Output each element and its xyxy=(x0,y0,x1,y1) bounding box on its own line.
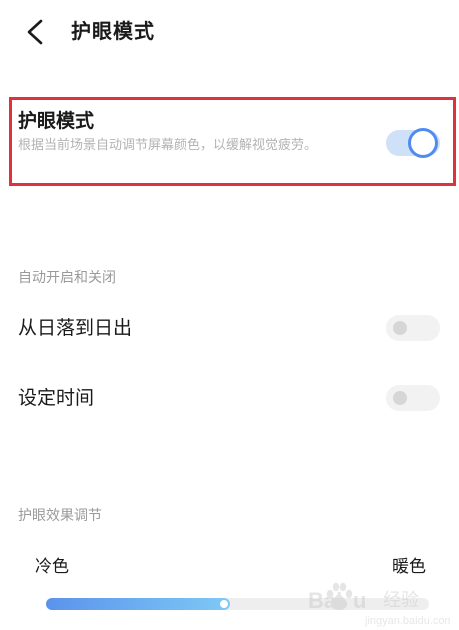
toggle-knob xyxy=(393,321,407,335)
slider-thumb[interactable] xyxy=(219,600,228,608)
eye-protection-toggle[interactable] xyxy=(386,128,440,158)
back-button[interactable] xyxy=(18,14,54,50)
cold-color-label: 冷色 xyxy=(35,557,69,577)
eye-protection-description: 根据当前场景自动调节屏幕颜色，以缓解视觉疲劳。 xyxy=(18,138,318,153)
header-bar: 护眼模式 xyxy=(0,0,459,64)
toggle-knob xyxy=(393,391,407,405)
svg-text:jingyan.baidu.com: jingyan.baidu.com xyxy=(364,615,450,627)
eye-protection-title: 护眼模式 xyxy=(18,110,95,132)
page-title: 护眼模式 xyxy=(71,19,155,43)
svg-text:经验: 经验 xyxy=(383,590,419,611)
sunset-to-sunrise-toggle[interactable] xyxy=(386,315,440,341)
svg-text:u: u xyxy=(353,588,366,613)
scheduled-time-toggle[interactable] xyxy=(386,385,440,411)
chevron-left-icon xyxy=(27,19,43,45)
sunset-to-sunrise-label: 从日落到日出 xyxy=(18,317,133,339)
svg-text:Bai: Bai xyxy=(308,588,342,613)
baidu-jingyan-watermark: Bai u 经验 jingyan.baidu.com xyxy=(308,582,450,627)
effect-section-label: 护眼效果调节 xyxy=(18,508,102,524)
scheduled-time-label: 设定时间 xyxy=(18,387,95,409)
auto-section-label: 自动开启和关闭 xyxy=(18,270,116,286)
toggle-knob xyxy=(408,128,438,158)
slider-fill xyxy=(46,598,230,610)
